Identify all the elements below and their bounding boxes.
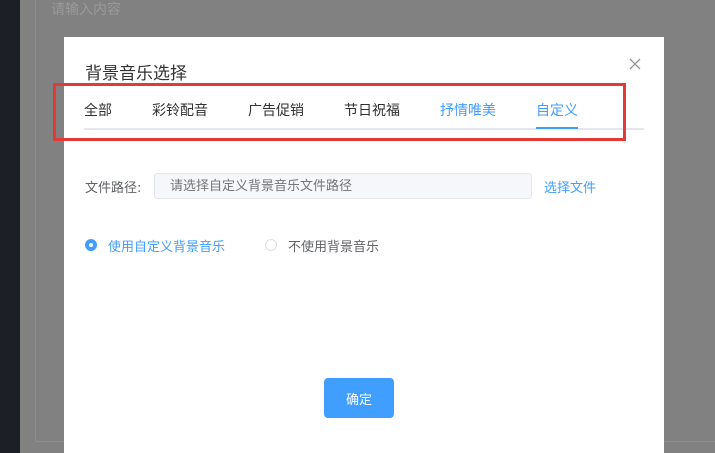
radio-label-no-music: 不使用背景音乐 <box>288 239 380 255</box>
confirm-button[interactable]: 确定 <box>324 378 394 418</box>
close-icon[interactable] <box>627 56 643 72</box>
radio-label-use-custom: 使用自定义背景音乐 <box>108 239 226 255</box>
tab-all[interactable]: 全部 <box>84 100 112 120</box>
background-search-input: 请输入内容 <box>36 0 715 22</box>
tab-custom[interactable]: 自定义 <box>536 100 578 120</box>
dialog-title: 背景音乐选择 <box>85 64 187 84</box>
tab-holiday-greetings[interactable]: 节日祝福 <box>344 100 400 120</box>
tab-ringtone-dubbing[interactable]: 彩铃配音 <box>152 100 208 120</box>
background-sidebar <box>0 0 20 453</box>
file-path-label: 文件路径: <box>85 181 142 196</box>
radio-no-music[interactable]: 不使用背景音乐 <box>265 237 380 255</box>
background-input-placeholder: 请输入内容 <box>51 2 121 18</box>
radio-unchecked-icon <box>265 239 277 251</box>
active-tab-indicator <box>536 127 578 129</box>
tab-ad-promotion[interactable]: 广告促销 <box>248 100 304 120</box>
radio-use-custom-music[interactable]: 使用自定义背景音乐 <box>85 237 226 255</box>
music-category-tabs: 全部 彩铃配音 广告促销 节日祝福 抒情唯美 自定义 <box>84 95 644 130</box>
background-music-dialog: 背景音乐选择 全部 彩铃配音 广告促销 节日祝福 抒情唯美 自定义 文件路径: … <box>64 37 664 453</box>
choose-file-button[interactable]: 选择文件 <box>544 177 596 196</box>
tab-lyrical[interactable]: 抒情唯美 <box>440 100 496 120</box>
radio-checked-icon <box>85 239 97 251</box>
file-path-input[interactable] <box>154 173 532 199</box>
